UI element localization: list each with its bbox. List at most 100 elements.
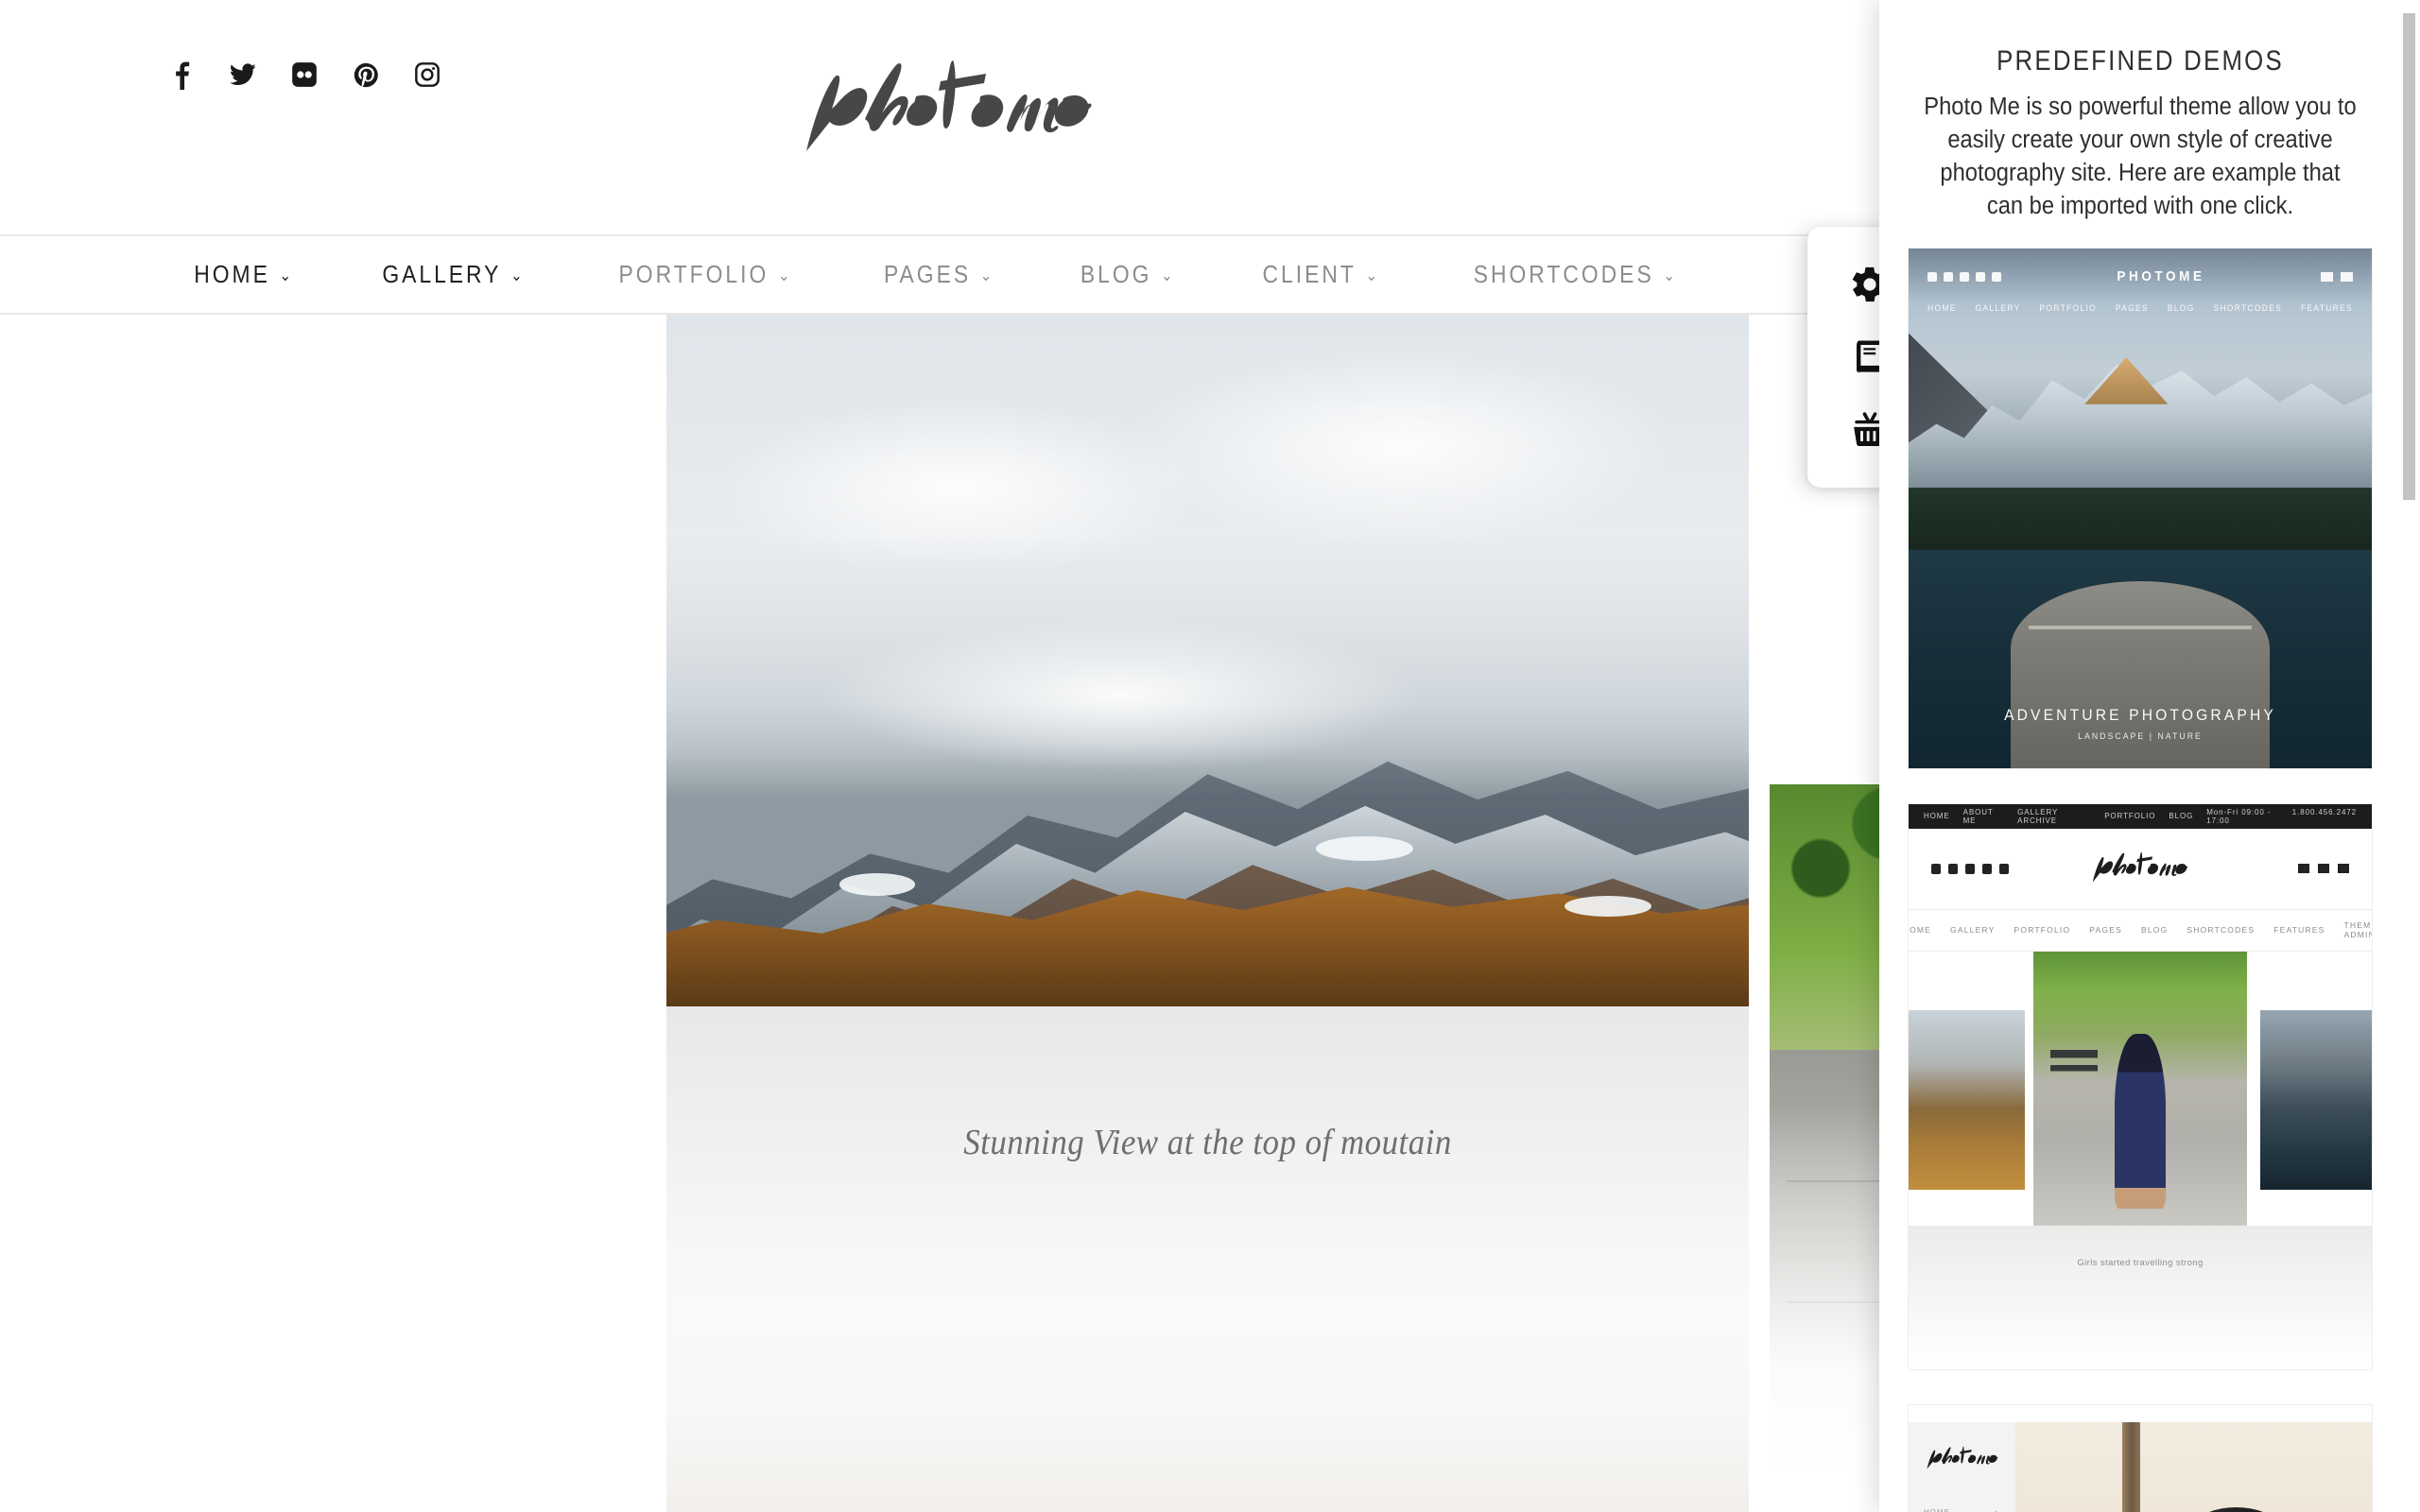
- chevron-down-icon: ⌄: [1663, 266, 1679, 284]
- menu-icon: [2341, 271, 2353, 282]
- demo2-gallery-grid: Girls started travelling strong: [1909, 951, 2372, 1367]
- nav-item-home[interactable]: HOME ⌄: [163, 260, 326, 289]
- facebook-icon: [1931, 863, 1941, 874]
- nav-label: HOME: [194, 260, 270, 288]
- twitter-icon: [1948, 863, 1958, 874]
- demo2-header: [1909, 828, 2372, 910]
- pinterest-icon: [1982, 863, 1992, 874]
- floating-tool-dock: [1807, 227, 1879, 488]
- demo3-portrait: [2014, 1421, 2372, 1512]
- nav-label: GALLERY: [382, 260, 502, 288]
- chevron-right-icon: ▸: [1996, 1508, 2000, 1512]
- panel-description: Photo Me is so powerful theme allow you …: [1924, 94, 2357, 219]
- demo2-tile-right: [2260, 1009, 2372, 1190]
- chevron-down-icon: ⌄: [979, 266, 995, 284]
- panel-inner: PREDEFINED DEMOS Photo Me is so powerful…: [1879, 0, 2401, 1512]
- instagram-icon[interactable]: [411, 59, 443, 91]
- site-content: HOME ⌄ GALLERY ⌄ PORTFOLIO ⌄ PAGES ⌄ BLO…: [0, 0, 1879, 1512]
- demo2-grid-caption: Girls started travelling strong: [2077, 1257, 2204, 1268]
- black-beret: [2165, 1506, 2308, 1512]
- social-links: [165, 59, 443, 91]
- demo2-phone: 1.800.456.2472: [2291, 807, 2358, 816]
- nav-label: PORTFOLIO: [618, 260, 769, 288]
- demo1-header: PHOTOME: [1909, 248, 2372, 305]
- facebook-icon[interactable]: [165, 59, 198, 91]
- cloud-shape: [1120, 342, 1685, 550]
- cloud-shape: [818, 619, 1425, 772]
- demo2-topbar-contact: Mon-Fri 09:00 - 17:00 1.800.456.2472: [2206, 808, 2357, 825]
- book-icon[interactable]: [1841, 329, 1879, 386]
- nav-item-pages[interactable]: PAGES ⌄: [853, 260, 1027, 289]
- nav-item-blog[interactable]: BLOG ⌄: [1049, 260, 1208, 289]
- demo1-nav-item: BLOG: [2167, 302, 2195, 314]
- chevron-down-icon: ⌄: [778, 266, 793, 284]
- nav-label: BLOG: [1080, 260, 1152, 288]
- demo2-nav-item: PORTFOLIO: [2014, 925, 2071, 936]
- demo1-header-tools: [2321, 271, 2353, 282]
- demo-card-sidebar[interactable]: HOME ▸ GALLERY ▸ PORTFOLIO ▸ PAGES ▸: [1908, 1403, 2373, 1512]
- panel-scrollbar[interactable]: [2403, 13, 2415, 1499]
- pinterest-icon: [1976, 271, 1985, 282]
- demo3-sidebar: HOME ▸ GALLERY ▸ PORTFOLIO ▸ PAGES ▸: [1909, 1421, 2015, 1512]
- twitter-icon: [1944, 271, 1953, 282]
- demo1-caption-title: ADVENTURE PHOTOGRAPHY: [2004, 705, 2276, 724]
- nav-label: PAGES: [884, 260, 972, 288]
- basket-icon[interactable]: [1841, 402, 1879, 458]
- nav-label: CLIENT: [1262, 260, 1357, 288]
- demo2-topbar-item: PORTFOLIO: [2104, 812, 2156, 821]
- demo2-nav-item: FEATURES: [2273, 925, 2325, 936]
- gear-icon[interactable]: [1841, 256, 1879, 313]
- site-header: [0, 0, 1879, 234]
- demo2-topbar-item: BLOG: [2169, 812, 2194, 821]
- chevron-down-icon: ⌄: [510, 266, 526, 284]
- cart-icon: [2318, 864, 2329, 874]
- demo-card-adventure[interactable]: PHOTOME HOME GALLERY PORTFOLIO PAGES BLO…: [1908, 247, 2373, 769]
- demo2-topbar: HOME ABOUT ME GALLERY ARCHIVE PORTFOLIO …: [1909, 803, 2372, 829]
- chevron-down-icon: ⌄: [279, 266, 294, 284]
- demo1-nav-item: PORTFOLIO: [2039, 302, 2098, 314]
- main-navigation: HOME ⌄ GALLERY ⌄ PORTFOLIO ⌄ PAGES ⌄ BLO…: [0, 234, 1879, 315]
- chevron-down-icon: ⌄: [1365, 266, 1380, 284]
- hero-caption-text: Stunning View at the top of moutain: [963, 1123, 1452, 1162]
- fade-overlay: [1770, 1106, 1879, 1484]
- demo1-caption-sub: LANDSCAPE | NATURE: [2078, 730, 2203, 742]
- predefined-demos-panel: PREDEFINED DEMOS Photo Me is so powerful…: [1879, 0, 2420, 1512]
- hero-caption-band: Stunning View at the top of moutain: [666, 1006, 1749, 1512]
- demo1-social-icons: [1927, 271, 2001, 282]
- demo1-nav-item: HOME: [1927, 302, 1957, 314]
- demo3-logo: [1924, 1443, 2000, 1476]
- demo2-nav-item: THEME ADMIN: [2343, 920, 2373, 940]
- snow-patch: [839, 873, 916, 896]
- snow-patch: [1564, 895, 1651, 917]
- nav-item-client[interactable]: CLIENT ⌄: [1231, 260, 1411, 289]
- nav-item-gallery[interactable]: GALLERY ⌄: [351, 260, 557, 289]
- share-icon: [2298, 864, 2309, 874]
- demo2-nav-item: SHORTCODES: [2187, 925, 2256, 936]
- demo2-tile-left: [1909, 1009, 2025, 1190]
- demo2-hours: Mon-Fri 09:00 - 17:00: [2206, 807, 2272, 825]
- demo1-nav-item: SHORTCODES: [2213, 302, 2283, 314]
- demo-card-grid[interactable]: HOME ABOUT ME GALLERY ARCHIVE PORTFOLIO …: [1908, 802, 2373, 1370]
- demo2-nav-item: PAGES: [2089, 925, 2122, 936]
- nav-label: SHORTCODES: [1474, 260, 1655, 288]
- gallery-photo-park[interactable]: [1770, 784, 1879, 1484]
- nav-item-shortcodes[interactable]: SHORTCODES ⌄: [1443, 260, 1710, 289]
- flickr-icon: [1960, 271, 1969, 282]
- panel-title: PREDEFINED DEMOS: [1996, 45, 2284, 77]
- tree-canopy: [1770, 784, 1879, 1064]
- instagram-icon: [1992, 271, 2001, 282]
- twitter-icon[interactable]: [227, 59, 259, 91]
- pinterest-icon[interactable]: [350, 59, 382, 91]
- demo2-nav-item: BLOG: [2140, 925, 2169, 936]
- flickr-icon[interactable]: [288, 59, 320, 91]
- demo1-logo: PHOTOME: [2117, 268, 2205, 285]
- demo2-nav-item: HOME: [1909, 925, 1932, 936]
- nav-item-portfolio[interactable]: PORTFOLIO ⌄: [587, 260, 824, 289]
- facebook-icon: [1927, 271, 1937, 282]
- gallery-area: Stunning View at the top of moutain: [0, 315, 1879, 1512]
- demo1-nav-item: GALLERY: [1975, 302, 2021, 314]
- scrollbar-thumb[interactable]: [2403, 13, 2415, 500]
- demo2-reflection: [1909, 1225, 2372, 1367]
- hero-photo-mountain[interactable]: [666, 315, 1749, 1006]
- demo1-nav: HOME GALLERY PORTFOLIO PAGES BLOG SHORTC…: [1927, 302, 2352, 314]
